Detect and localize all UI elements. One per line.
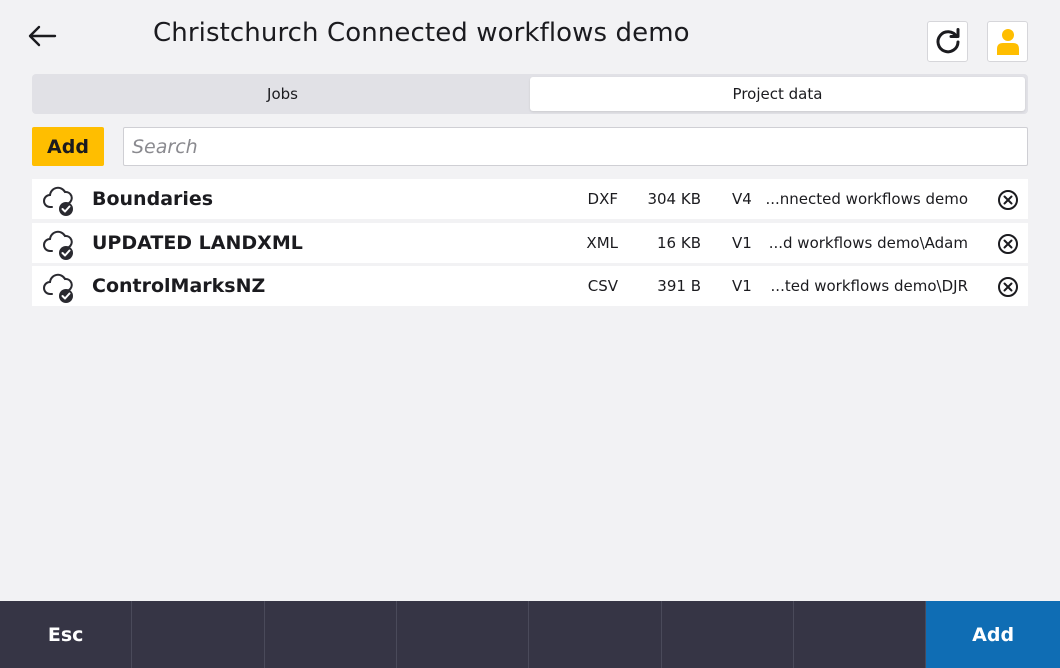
file-path: ...d workflows demo\Adam [768, 233, 968, 252]
remove-file-button[interactable] [996, 275, 1020, 299]
remove-file-button[interactable] [996, 188, 1020, 212]
file-name: ControlMarksNZ [92, 275, 266, 297]
close-circle-icon [998, 190, 1018, 210]
file-type: XML [586, 233, 618, 252]
list-item[interactable]: Boundaries DXF 304 KB V4 ...nnected work… [32, 179, 1028, 219]
close-circle-icon [998, 233, 1018, 254]
refresh-button[interactable] [927, 21, 968, 62]
search-input[interactable] [123, 127, 1028, 166]
header: Christchurch Connected workflows demo [0, 0, 1060, 70]
softkey-4 [397, 601, 530, 668]
user-icon [996, 28, 1019, 55]
file-version: V1 [732, 233, 752, 252]
file-type: CSV [587, 277, 618, 295]
file-name: UPDATED LANDXML [92, 231, 303, 254]
file-name: Boundaries [92, 188, 214, 210]
remove-file-button[interactable] [996, 232, 1020, 256]
file-size: 391 B [657, 277, 701, 295]
tab-project-data[interactable]: Project data [530, 77, 1025, 111]
add-file-button[interactable]: Add [32, 127, 104, 166]
file-type: DXF [587, 190, 618, 208]
cloud-synced-icon [43, 186, 73, 216]
softkey-6 [662, 601, 794, 668]
refresh-icon [936, 27, 959, 53]
page-title: Christchurch Connected workflows demo [153, 18, 690, 48]
file-size: 16 KB [657, 233, 701, 252]
user-button[interactable] [987, 21, 1028, 62]
close-circle-icon [998, 277, 1018, 297]
file-path: ...nnected workflows demo [765, 190, 968, 208]
file-version: V1 [732, 277, 752, 295]
file-list: Boundaries DXF 304 KB V4 ...nnected work… [32, 179, 1028, 310]
esc-button[interactable]: Esc [0, 601, 133, 668]
softkey-5 [529, 601, 662, 668]
back-button[interactable] [22, 18, 62, 54]
softkey-7 [794, 601, 927, 668]
cloud-synced-icon [43, 273, 73, 303]
softkey-2 [132, 601, 265, 668]
tab-jobs[interactable]: Jobs [35, 77, 530, 111]
tab-bar: Jobs Project data [32, 74, 1028, 114]
file-path: ...ted workflows demo\DJR [770, 277, 968, 295]
add-button[interactable]: Add [926, 601, 1060, 668]
list-item[interactable]: UPDATED LANDXML XML 16 KB V1 ...d workfl… [32, 222, 1028, 263]
softkey-bar: Esc Add [0, 601, 1060, 668]
cloud-synced-icon [43, 230, 73, 260]
arrow-left-icon [28, 25, 57, 47]
list-item[interactable]: ControlMarksNZ CSV 391 B V1 ...ted workf… [32, 266, 1028, 306]
file-size: 304 KB [647, 190, 701, 208]
softkey-3 [265, 601, 397, 668]
file-version: V4 [732, 190, 752, 208]
